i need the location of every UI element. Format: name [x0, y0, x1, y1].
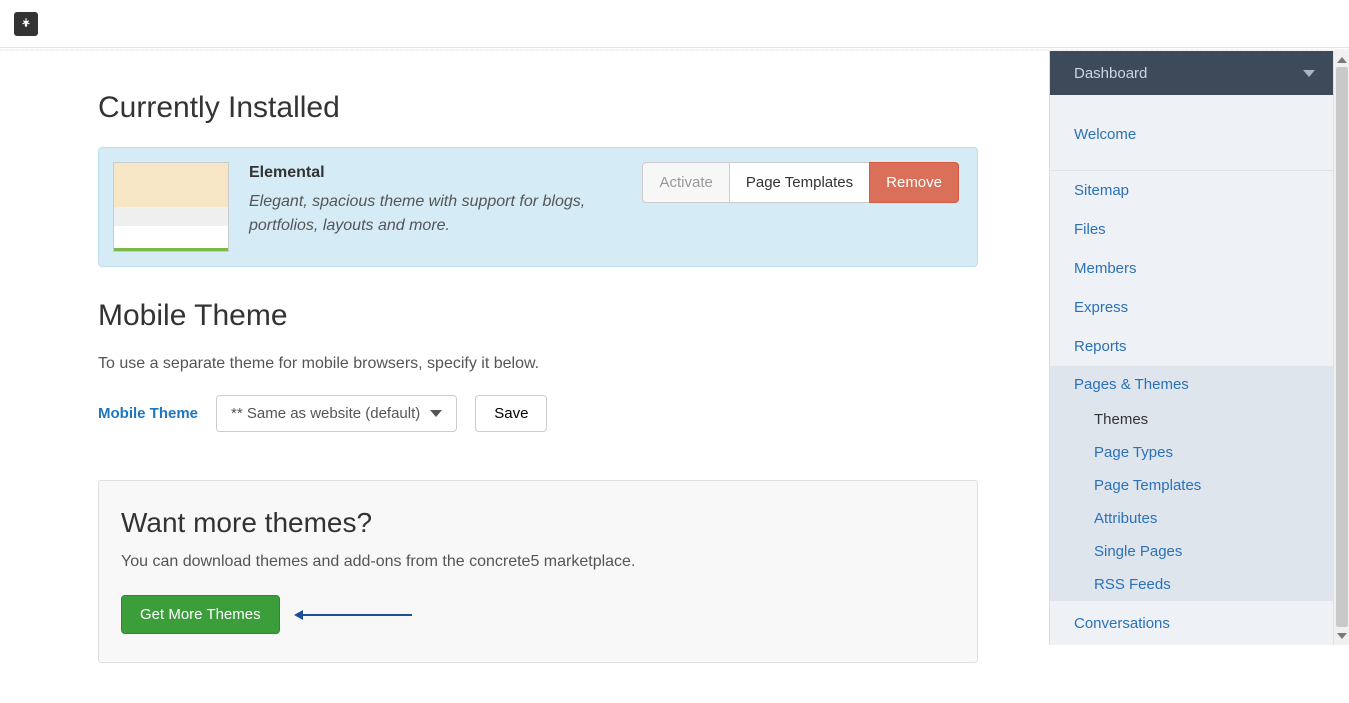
app-logo-icon[interactable]	[14, 12, 38, 36]
mobile-help-text: To use a separate theme for mobile brows…	[98, 355, 1040, 373]
more-themes-heading: Want more themes?	[121, 507, 955, 539]
scrollbar[interactable]	[1333, 51, 1349, 645]
sidebar-sub-themes[interactable]: Themes	[1050, 403, 1333, 436]
annotation-arrow-icon	[302, 614, 412, 616]
theme-name: Elemental	[249, 164, 642, 182]
sidebar-header[interactable]: Dashboard	[1050, 51, 1333, 95]
get-more-themes-button[interactable]: Get More Themes	[121, 595, 280, 634]
sidebar-header-label: Dashboard	[1074, 65, 1147, 82]
mobile-heading: Mobile Theme	[98, 299, 1040, 333]
theme-description: Elegant, spacious theme with support for…	[249, 190, 642, 238]
sidebar-sub-rss-feeds[interactable]: RSS Feeds	[1050, 568, 1333, 601]
remove-button[interactable]: Remove	[869, 162, 959, 203]
mobile-theme-row: Mobile Theme ** Same as website (default…	[98, 395, 1040, 432]
caret-down-icon	[1303, 70, 1315, 77]
theme-actions: Activate Page Templates Remove	[642, 162, 959, 203]
installed-heading: Currently Installed	[98, 91, 1040, 125]
more-themes-action-row: Get More Themes	[121, 595, 955, 634]
chevron-down-icon	[430, 410, 442, 417]
sidebar-sub-single-pages[interactable]: Single Pages	[1050, 535, 1333, 568]
sidebar-item-sitemap[interactable]: Sitemap	[1050, 171, 1333, 210]
sidebar-group-pages-themes: Pages & Themes Themes Page Types Page Te…	[1050, 366, 1333, 601]
page-templates-button[interactable]: Page Templates	[729, 162, 869, 203]
scroll-up-icon[interactable]	[1337, 55, 1347, 65]
mobile-theme-label: Mobile Theme	[98, 405, 198, 422]
sidebar-item-members[interactable]: Members	[1050, 249, 1333, 288]
more-themes-panel: Want more themes? You can download theme…	[98, 480, 978, 663]
mobile-theme-select[interactable]: ** Same as website (default)	[216, 395, 457, 432]
mobile-theme-section: Mobile Theme To use a separate theme for…	[98, 299, 1040, 432]
activate-button: Activate	[642, 162, 728, 203]
mobile-theme-select-value: ** Same as website (default)	[231, 405, 420, 422]
sidebar-section-main: Sitemap Files Members Express Reports	[1050, 171, 1333, 366]
sidebar-item-express[interactable]: Express	[1050, 288, 1333, 327]
theme-info: Elemental Elegant, spacious theme with s…	[249, 162, 642, 238]
right-panel: Dashboard Welcome Sitemap Files Members …	[1049, 51, 1349, 645]
sidebar-item-reports[interactable]: Reports	[1050, 327, 1333, 366]
sidebar-sub-page-templates[interactable]: Page Templates	[1050, 469, 1333, 502]
more-themes-help: You can download themes and add-ons from…	[121, 553, 955, 571]
top-toolbar	[0, 0, 1349, 48]
sidebar-item-conversations[interactable]: Conversations	[1050, 601, 1333, 643]
scroll-thumb[interactable]	[1336, 67, 1348, 627]
sidebar-sub-attributes[interactable]: Attributes	[1050, 502, 1333, 535]
sidebar-group-pages-themes-head[interactable]: Pages & Themes	[1050, 366, 1333, 403]
save-button[interactable]: Save	[475, 395, 547, 432]
main-content: Currently Installed Elemental Elegant, s…	[0, 51, 1040, 703]
sidebar-section-after: Conversations	[1050, 601, 1333, 643]
sidebar-item-welcome[interactable]: Welcome	[1050, 115, 1333, 154]
sidebar-item-files[interactable]: Files	[1050, 210, 1333, 249]
scroll-down-icon[interactable]	[1337, 631, 1347, 641]
theme-card: Elemental Elegant, spacious theme with s…	[98, 147, 978, 267]
sidebar-section-welcome: Welcome	[1050, 95, 1333, 171]
theme-thumbnail[interactable]	[113, 162, 229, 252]
dashboard-sidebar: Dashboard Welcome Sitemap Files Members …	[1049, 51, 1333, 645]
sidebar-sub-page-types[interactable]: Page Types	[1050, 436, 1333, 469]
